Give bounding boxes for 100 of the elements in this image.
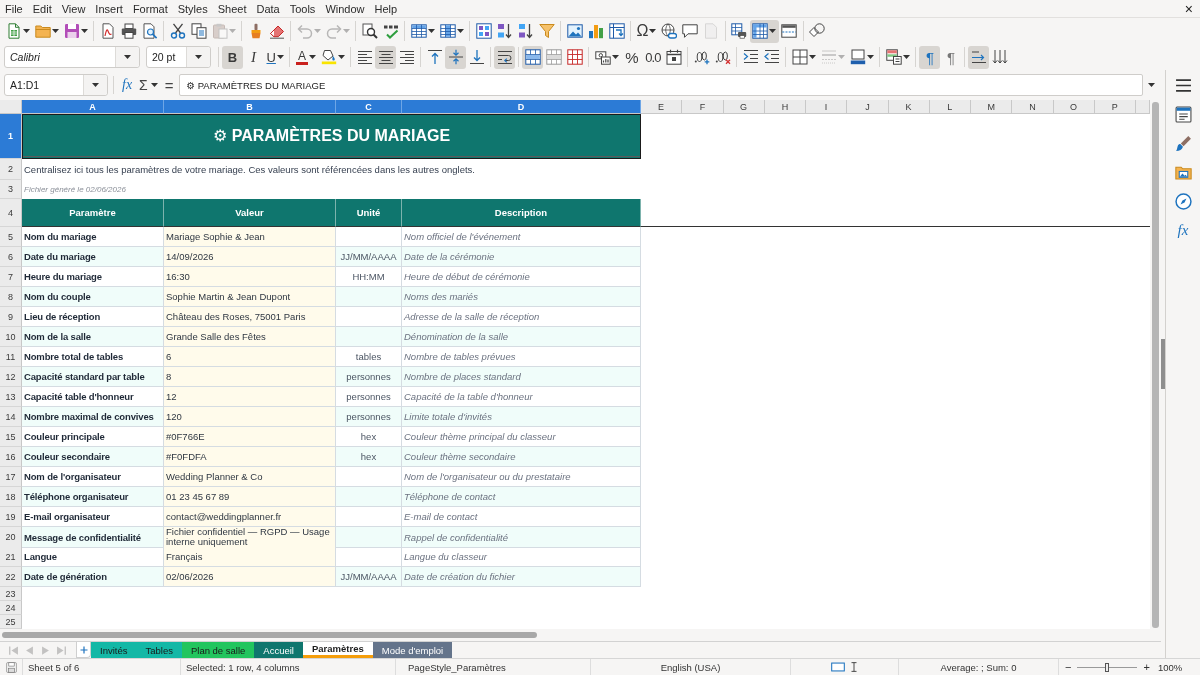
- sheet-tab[interactable]: Paramètres: [302, 642, 373, 658]
- row-header[interactable]: 23: [0, 587, 22, 601]
- close-button[interactable]: ×: [1180, 0, 1197, 17]
- wrap-text-button[interactable]: [494, 45, 516, 69]
- page-style-text[interactable]: PageStyle_Paramètres: [408, 661, 506, 673]
- zoom-slider-thumb[interactable]: [1105, 662, 1110, 672]
- function-wizard-button[interactable]: fx: [119, 77, 136, 93]
- left-triangle-icon: [23, 644, 35, 656]
- row-header[interactable]: 11: [0, 347, 22, 367]
- column-header[interactable]: B: [164, 100, 336, 114]
- menu-item[interactable]: Window: [320, 0, 370, 17]
- row-header[interactable]: 9: [0, 307, 22, 327]
- column-header[interactable]: M: [971, 100, 1013, 114]
- row-header[interactable]: 20: [0, 527, 22, 548]
- formula-input-field[interactable]: ⚙ PARAMÈTRES DU MARIAGE: [178, 74, 1143, 96]
- column-header[interactable]: P: [1094, 100, 1136, 114]
- row-header[interactable]: 1: [0, 114, 22, 159]
- menu-item[interactable]: Tools: [284, 0, 321, 17]
- column-header[interactable]: K: [888, 100, 930, 114]
- row-header[interactable]: 18: [0, 487, 22, 507]
- pdf-document-icon: [99, 23, 116, 39]
- center-vertically-icon: [447, 49, 464, 65]
- font-size-field[interactable]: 20 pt: [146, 46, 211, 68]
- row-header[interactable]: 6: [0, 247, 22, 267]
- font-name-field[interactable]: Calibri: [4, 46, 140, 68]
- column-header[interactable]: O: [1053, 100, 1095, 114]
- menu-item[interactable]: Format: [127, 0, 173, 17]
- row-header[interactable]: 10: [0, 327, 22, 347]
- text-direction-button[interactable]: [968, 45, 990, 69]
- table-cell: Dénomination de la salle: [402, 327, 641, 347]
- freeze-panes-button[interactable]: [749, 19, 779, 43]
- dropdown-button[interactable]: [186, 47, 210, 67]
- column-header[interactable]: L: [929, 100, 971, 114]
- properties-icon: [1174, 105, 1192, 123]
- row-header[interactable]: 7: [0, 267, 22, 287]
- column-header[interactable]: E: [641, 100, 683, 114]
- column-header[interactable]: F: [682, 100, 724, 114]
- sheet-tab[interactable]: Accueil: [254, 642, 303, 658]
- row-header[interactable]: 12: [0, 367, 22, 387]
- horizontal-scrollbar-thumb[interactable]: [2, 632, 537, 638]
- align-center-button[interactable]: [375, 45, 397, 69]
- name-box-field[interactable]: A1:D1: [4, 74, 108, 96]
- merge-cells-icon: [545, 49, 562, 65]
- row-header[interactable]: 13: [0, 387, 22, 407]
- row-header[interactable]: 5: [0, 227, 22, 247]
- row-header[interactable]: 24: [0, 601, 22, 615]
- column-header[interactable]: J: [847, 100, 889, 114]
- zoom-in-button[interactable]: +: [1142, 661, 1151, 673]
- sheet-tab[interactable]: Tables: [136, 642, 182, 658]
- sheet-tab[interactable]: Invités: [91, 642, 137, 658]
- row-header[interactable]: 21: [0, 547, 22, 567]
- column-header[interactable]: H: [764, 100, 806, 114]
- sheet-tab[interactable]: Plan de salle: [181, 642, 255, 658]
- row-header[interactable]: 14: [0, 407, 22, 427]
- row-header[interactable]: 15: [0, 427, 22, 447]
- right-to-left-button[interactable]: ¶: [940, 45, 962, 69]
- menu-item[interactable]: File: [0, 0, 28, 17]
- menu-item[interactable]: Help: [369, 0, 403, 17]
- functions-button[interactable]: fx: [1170, 217, 1196, 243]
- zoom-percent-text[interactable]: 100%: [1157, 661, 1183, 673]
- row-header[interactable]: 3: [0, 180, 22, 199]
- row-header[interactable]: 8: [0, 287, 22, 307]
- menu-item[interactable]: Insert: [90, 0, 128, 17]
- font-color-button[interactable]: A: [293, 45, 319, 69]
- italic-button[interactable]: I: [243, 45, 264, 69]
- shapes-icon: [809, 23, 826, 39]
- zoom-out-button[interactable]: −: [1064, 661, 1073, 673]
- row-header[interactable]: 25: [0, 615, 22, 629]
- decimal-format-button[interactable]: 0.0: [642, 45, 664, 69]
- row-header[interactable]: 2: [0, 159, 22, 180]
- column-header[interactable]: C: [336, 100, 402, 114]
- dropdown-button[interactable]: [83, 75, 107, 95]
- column-header[interactable]: D: [402, 100, 641, 114]
- special-character-button[interactable]: Ω: [634, 19, 659, 43]
- menu-item[interactable]: Edit: [27, 0, 57, 17]
- menu-item[interactable]: Data: [251, 0, 285, 17]
- merge-center-button[interactable]: [522, 45, 544, 69]
- language-text[interactable]: English (USA): [660, 661, 721, 673]
- row-header[interactable]: 16: [0, 447, 22, 467]
- menu-item[interactable]: View: [56, 0, 91, 17]
- row-header[interactable]: 22: [0, 567, 22, 587]
- sidebar-grip[interactable]: [1161, 339, 1165, 389]
- table-header-cell: Unité: [336, 199, 402, 227]
- column-header[interactable]: I: [806, 100, 848, 114]
- row-header[interactable]: 19: [0, 507, 22, 527]
- vertical-scrollbar-thumb[interactable]: [1152, 102, 1159, 628]
- sheet-tab[interactable]: Mode d'emploi: [372, 642, 453, 658]
- dropdown-button[interactable]: [115, 47, 139, 67]
- menu-item[interactable]: Sheet: [212, 0, 252, 17]
- underline-button[interactable]: U: [264, 45, 287, 69]
- menu-item[interactable]: Styles: [172, 0, 213, 17]
- column-header[interactable]: A: [22, 100, 164, 114]
- column-header[interactable]: G: [723, 100, 765, 114]
- column-header[interactable]: N: [1012, 100, 1054, 114]
- percent-button[interactable]: %: [621, 45, 643, 69]
- bold-button[interactable]: B: [222, 45, 243, 69]
- formula-button[interactable]: =: [161, 76, 177, 94]
- row-header[interactable]: 4: [0, 199, 22, 227]
- row-header[interactable]: 17: [0, 467, 22, 487]
- sum-button[interactable]: Σ: [137, 77, 160, 93]
